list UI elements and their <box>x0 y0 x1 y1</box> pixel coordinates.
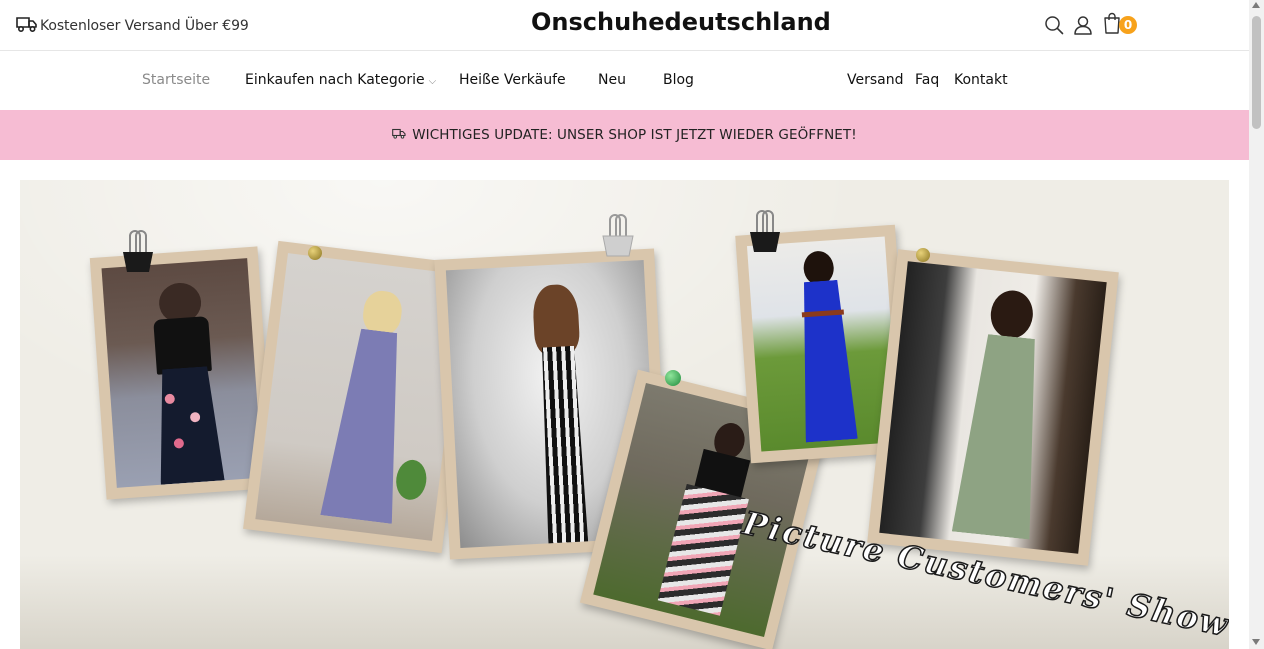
nav-item-kontakt[interactable]: Kontakt <box>954 72 1008 88</box>
pushpin-icon <box>916 248 930 262</box>
main-navigation: Startseite Einkaufen nach Kategorie ⌵ Hei… <box>0 51 1249 109</box>
announcement-bar: WICHTIGES UPDATE: UNSER SHOP IST JETZT W… <box>0 110 1249 160</box>
customer-photo-1 <box>89 246 275 500</box>
top-bar: Kostenloser Versand Über €99 Onschuhedeu… <box>0 0 1249 51</box>
search-icon[interactable] <box>1044 14 1064 36</box>
binder-clip-icon <box>747 210 783 258</box>
nav-item-neu[interactable]: Neu <box>598 72 626 88</box>
nav-item-heisse-verkaeufe[interactable]: Heiße Verkäufe <box>459 72 566 88</box>
free-shipping-text: Kostenloser Versand Über €99 <box>40 18 249 34</box>
nav-item-startseite[interactable]: Startseite <box>142 72 210 88</box>
nav-item-label: Einkaufen nach Kategorie <box>245 72 425 88</box>
page-scrollbar[interactable] <box>1249 0 1264 649</box>
site-logo[interactable]: Onschuhedeutschland <box>531 8 831 36</box>
scroll-up-arrow-icon[interactable] <box>1252 2 1260 8</box>
pushpin-icon <box>665 370 681 386</box>
pushpin-icon <box>308 246 322 260</box>
cart-button[interactable]: 0 <box>1102 12 1137 36</box>
truck-icon <box>16 15 38 37</box>
nav-item-blog[interactable]: Blog <box>663 72 694 88</box>
user-icon[interactable] <box>1073 14 1093 36</box>
free-shipping-notice: Kostenloser Versand Über €99 <box>16 15 249 37</box>
binder-clip-icon <box>120 230 156 278</box>
chevron-down-icon: ⌵ <box>428 76 437 87</box>
scroll-down-arrow-icon[interactable] <box>1252 639 1260 645</box>
truck-emoji-icon <box>392 127 406 143</box>
nav-item-einkaufen-nach-kategorie[interactable]: Einkaufen nach Kategorie ⌵ <box>245 72 436 88</box>
nav-item-faq[interactable]: Faq <box>915 72 939 88</box>
nav-item-versand[interactable]: Versand <box>847 72 904 88</box>
announcement-text: WICHTIGES UPDATE: UNSER SHOP IST JETZT W… <box>412 127 857 143</box>
customer-photo-6 <box>867 249 1119 566</box>
cart-count-badge: 0 <box>1119 16 1137 34</box>
scrollbar-thumb[interactable] <box>1252 16 1261 129</box>
hero-banner[interactable]: Picture Customers' Show <box>20 180 1229 649</box>
binder-clip-icon <box>600 214 636 262</box>
